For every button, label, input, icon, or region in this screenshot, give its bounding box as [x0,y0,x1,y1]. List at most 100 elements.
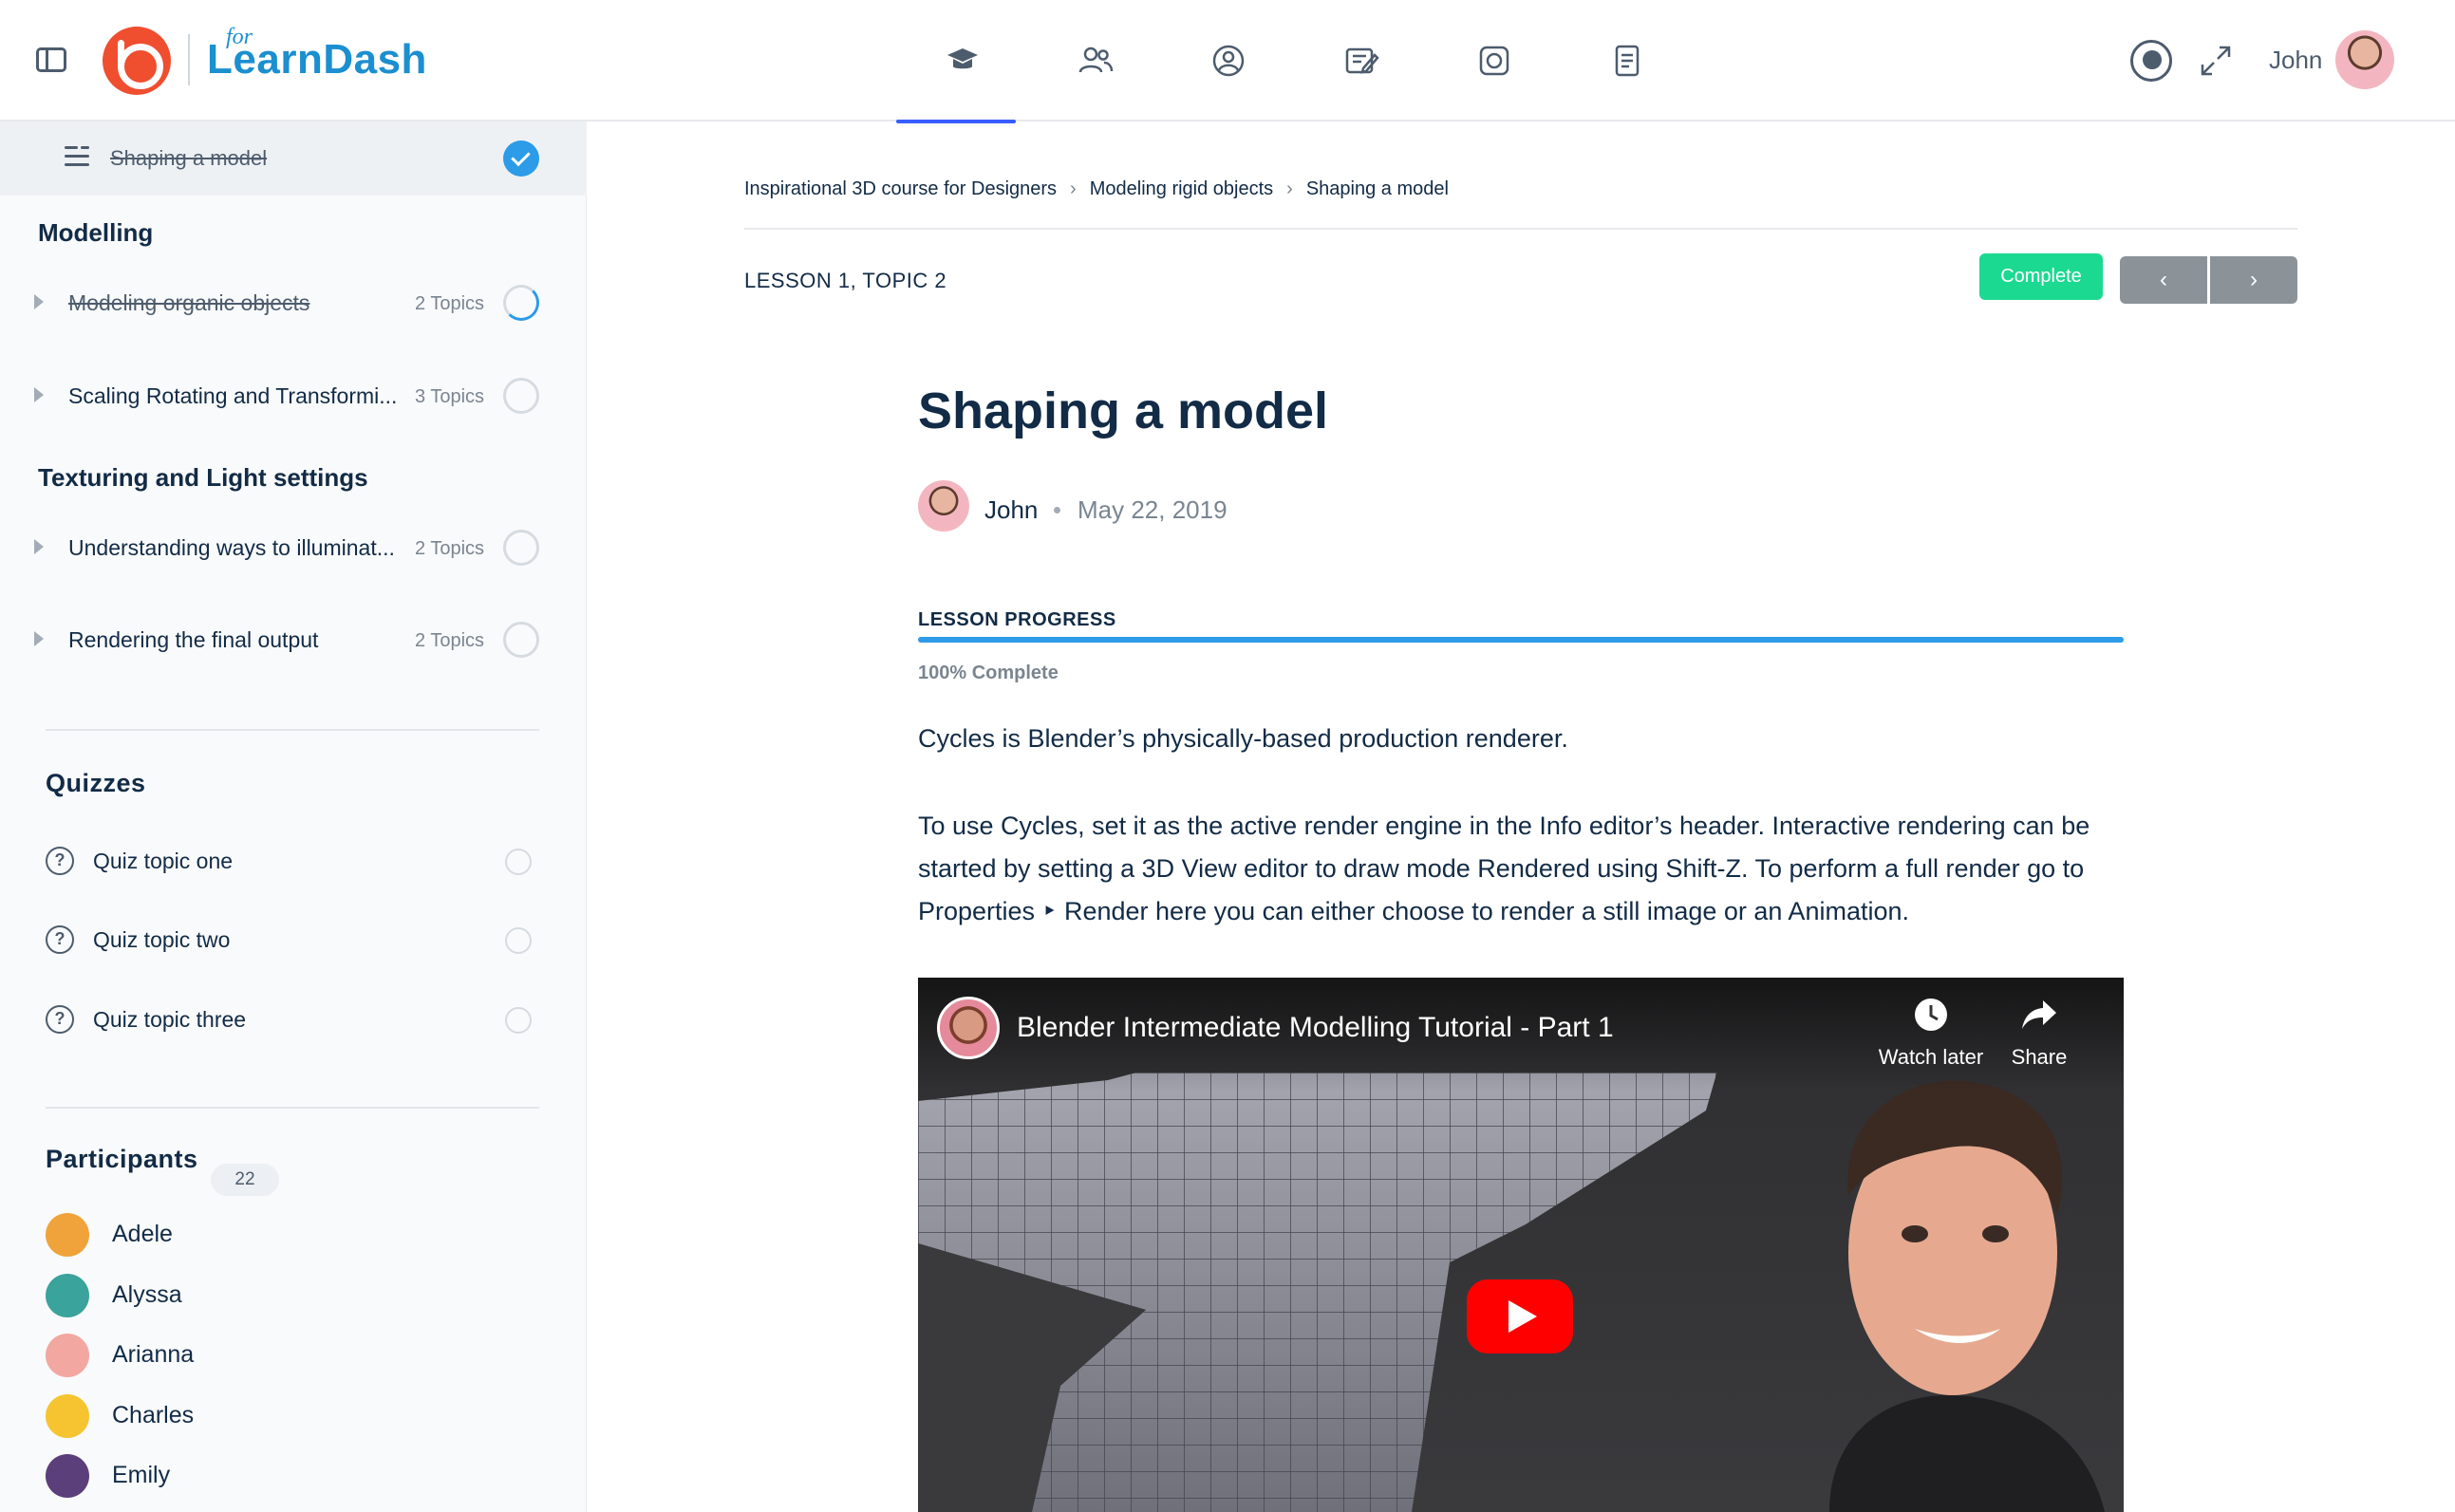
quiz-item[interactable]: ? Quiz topic three [0,994,587,1047]
author-avatar[interactable] [918,480,969,532]
nav-photos[interactable] [1428,0,1561,121]
fullscreen-icon[interactable] [2197,42,2235,80]
author-name[interactable]: John [984,495,1038,525]
participant-name[interactable]: Arianna [112,1341,194,1369]
photos-icon [1479,46,1509,76]
lesson-progress-fill [918,637,2124,643]
participant-item[interactable]: Adele [0,1207,587,1260]
sidebar-toggle-icon[interactable] [36,47,66,72]
members-icon [1078,47,1114,73]
quiz-label: Quiz topic one [93,849,234,873]
caret-right-icon[interactable] [34,387,44,402]
lesson-progress-text: 100% Complete [918,663,1059,683]
share-button[interactable]: Share [1996,997,2082,1070]
avatar[interactable] [46,1454,89,1498]
nav-forums[interactable] [1295,0,1428,121]
completed-check-icon [503,140,539,177]
participant-name[interactable]: Charles [112,1402,194,1429]
participant-name[interactable]: Adele [112,1221,173,1248]
content-paragraph: Cycles is Blender’s physically-based pro… [918,724,1568,753]
nav-profile[interactable] [1162,0,1295,121]
quizzes-heading: Quizzes [46,769,146,797]
previous-topic-button[interactable]: ‹ [2120,256,2207,304]
channel-avatar[interactable] [937,997,1000,1059]
question-icon: ? [46,1005,74,1034]
breadcrumb-current: Shaping a model [1305,178,1449,199]
user-name[interactable]: John [2269,46,2322,75]
lesson-topic-count: 2 Topics [415,538,485,559]
lesson-topic-count: 3 Topics [415,386,485,407]
participants-heading: Participants [46,1145,198,1173]
section-title: Modelling [38,218,154,247]
breadcrumb-separator: › [1070,178,1077,199]
lesson-item[interactable]: Modeling organic objects 2 Topics [0,275,587,332]
content-divider [744,228,2297,230]
lesson-label: Scaling Rotating and Transformi... [68,383,398,408]
caret-right-icon[interactable] [34,539,44,554]
lesson-topic-count: 2 Topics [415,293,485,314]
lesson-label: Modeling organic objects [68,290,310,315]
top-header: for LearnDash John [0,0,2455,123]
caret-right-icon[interactable] [34,631,44,646]
lesson-item[interactable]: Rendering the final output 2 Topics [0,612,587,669]
question-icon: ? [46,925,74,954]
participant-item[interactable]: Arianna [0,1328,587,1381]
status-ring-icon [503,378,539,414]
nav-documents[interactable] [1561,0,1694,121]
breadcrumb-separator: › [1286,178,1293,199]
video-embed[interactable]: Blender Intermediate Modelling Tutorial … [918,978,2124,1512]
lesson-progress-label: LESSON PROGRESS [918,609,1116,630]
video-title[interactable]: Blender Intermediate Modelling Tutorial … [1017,1012,1614,1044]
next-topic-button[interactable]: › [2210,256,2297,304]
avatar[interactable] [46,1274,89,1317]
logo-divider [188,34,190,85]
courses-icon [947,48,978,69]
user-avatar[interactable] [2335,30,2394,89]
meta-separator-dot [1054,507,1060,513]
share-arrow-icon [2022,1000,2056,1029]
lesson-topic-count: 2 Topics [415,630,485,651]
status-ring-icon [505,1007,532,1034]
lesson-label: Understanding ways to illuminat... [68,535,395,560]
play-button-icon[interactable] [1467,1279,1573,1353]
profile-icon [1212,45,1245,77]
dark-mode-icon[interactable] [2130,40,2172,82]
participant-item[interactable]: Emily [0,1448,587,1502]
section-title: Texturing and Light settings [38,463,368,492]
participant-item[interactable]: Alyssa [0,1268,587,1321]
forums-icon [1345,47,1379,74]
lesson-progress-bar [918,637,2124,643]
lesson-item[interactable]: Scaling Rotating and Transformi... 3 Top… [0,368,587,425]
top-navigation [896,0,1694,123]
participant-item[interactable]: Charles [0,1389,587,1442]
breadcrumb: Inspirational 3D course for Designers › … [744,178,1449,200]
watch-later-button[interactable]: Watch later [1869,997,1993,1070]
watch-later-label: Watch later [1878,1045,1984,1069]
nav-courses[interactable] [896,0,1029,123]
status-ring-icon [503,530,539,566]
nav-members[interactable] [1029,0,1162,121]
breadcrumb-link[interactable]: Modeling rigid objects [1090,178,1273,200]
learndash-logo[interactable]: LearnDash [207,36,427,84]
current-topic-row[interactable]: Shaping a model [0,121,587,196]
participant-name[interactable]: Alyssa [112,1281,182,1309]
participant-name[interactable]: Emily [112,1462,170,1489]
avatar[interactable] [46,1213,89,1257]
status-ring-icon [503,622,539,658]
buddyboss-logo-icon[interactable] [103,27,171,95]
clock-icon [1915,999,1947,1031]
quiz-item[interactable]: ? Quiz topic two [0,914,587,967]
complete-button[interactable]: Complete [1979,253,2103,300]
documents-icon [1615,45,1640,77]
page-title: Shaping a model [918,383,1329,439]
lesson-item[interactable]: Understanding ways to illuminat... 2 Top… [0,520,587,577]
avatar[interactable] [46,1394,89,1438]
status-ring-icon [505,927,532,954]
quiz-item[interactable]: ? Quiz topic one [0,835,587,888]
avatar[interactable] [46,1334,89,1377]
content-paragraph: To use Cycles, set it as the active rend… [918,812,2090,925]
sidebar-divider [46,729,539,731]
lesson-topic-meta: LESSON 1, TOPIC 2 [744,269,947,292]
caret-right-icon[interactable] [34,294,44,309]
breadcrumb-link[interactable]: Inspirational 3D course for Designers [744,178,1057,200]
